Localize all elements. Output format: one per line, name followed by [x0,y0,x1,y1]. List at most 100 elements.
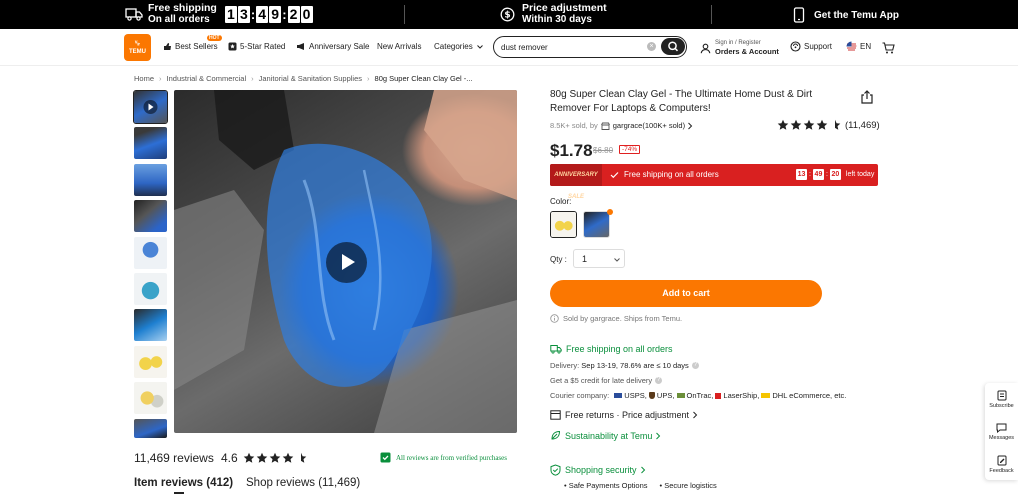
thumbnail-video[interactable] [133,90,168,124]
nav-new-arrivals[interactable]: New Arrivals [377,42,421,51]
clear-search-icon[interactable]: × [647,42,656,51]
store-icon [600,122,610,130]
account-signin-label: Sign in / Register [715,40,761,46]
truck-icon [550,345,562,354]
shopping-security-line[interactable]: Shopping security [550,464,646,476]
free-returns-label: Free returns · Price adjustment [565,410,690,420]
thumbnail-image[interactable] [134,236,167,269]
sustainability-line[interactable]: Sustainability at Temu [550,430,661,441]
banner-divider [711,5,712,24]
promo-shipping: Free shipping on all orders [610,170,719,179]
add-to-cart-button[interactable]: Add to cart [550,280,822,307]
help-icon[interactable]: ? [691,362,699,369]
product-rating[interactable]: (11,469) [777,119,880,131]
feedback-button[interactable]: Feedback [985,455,1018,474]
messages-button[interactable]: Messages [985,423,1018,441]
nav-five-star[interactable]: 5-Star Rated [228,42,285,51]
thumbnail-strip [133,90,168,442]
info-icon [550,314,559,323]
courier-ontrac: OnTrac, [686,391,714,400]
price-adjustment-banner[interactable]: $ Price adjustment Within 30 days [500,3,607,25]
rating-count: (11,469) [845,119,880,131]
swatch-badge-icon [607,209,613,215]
late-delivery-credit: Get a $5 credit for late delivery ? [550,376,663,385]
return-box-icon [550,410,561,420]
courier-dhl-icon [761,393,771,398]
product-main-image[interactable] [174,90,517,433]
nav-best-sellers[interactable]: Best Sellers [163,42,218,51]
reviews-count: 11,469 reviews [134,451,214,465]
courier-info: Courier company: USPS, UPS, OnTrac, Lase… [550,391,846,400]
shopping-security-label: Shopping security [565,465,637,475]
account-menu[interactable]: Sign in / Register Orders & Account [700,40,779,56]
get-app-banner[interactable]: Get the Temu App [793,7,899,23]
play-video-button[interactable] [326,242,367,283]
breadcrumb-industrial[interactable]: Industrial & Commercial [167,74,247,83]
free-shipping-line-label: Free shipping on all orders [566,344,673,354]
thumbnail-image[interactable] [134,127,167,160]
search-input[interactable] [501,40,641,54]
reviews-score: 4.6 [221,451,309,465]
thumbnail-image[interactable] [134,163,167,196]
us-flag-icon [846,41,857,52]
svg-text:$: $ [504,10,510,20]
sold-by-note: Sold by gargrace. Ships from Temu. [550,314,682,323]
color-swatch-blue[interactable] [583,211,610,238]
temu-logo[interactable]: ᵛᵢᵣ TEMU [124,34,151,61]
sustainability-label: Sustainability at Temu [565,430,653,441]
promo-timer-minutes: 49 [812,169,824,180]
star-rating-icon [777,119,841,130]
thumbnail-image[interactable] [134,345,167,378]
sold-info: 8.5K+ sold, by gargrace(100K+ sold) [550,121,693,130]
free-shipping-banner[interactable]: Free shipping On all orders 1 3 : 4 9 : … [125,3,314,25]
free-shipping-title: Free shipping [148,2,217,14]
thumbnail-image[interactable] [134,272,167,305]
courier-ups-icon [648,392,655,399]
courier-lasership: LaserShip, [723,391,760,400]
nav-anniversary-sale[interactable]: Anniversary Sale [296,42,369,51]
cart-button[interactable] [882,41,895,59]
site-header: ᵛᵢᵣ TEMU Best Sellers HOT 5-Star Rated A… [0,29,1018,66]
timer-colon: : [282,6,287,22]
hot-badge: HOT [207,35,222,41]
seller-link[interactable]: gargrace(100K+ sold) [613,121,685,130]
courier-usps-icon [614,393,623,398]
courier-ontrac-icon [676,393,685,398]
search-button[interactable] [661,38,685,55]
breadcrumb-janitorial[interactable]: Janitorial & Sanitation Supplies [259,74,362,83]
tab-item-reviews[interactable]: Item reviews (412) [134,477,233,489]
megaphone-icon [297,43,304,50]
timer-digit: 2 [287,5,300,23]
sold-by-label: Sold by gargrace. Ships from Temu. [563,314,683,323]
free-returns-line[interactable]: Free returns · Price adjustment [550,410,698,420]
chevron-down-icon [476,44,483,49]
support-label: Support [804,42,833,51]
chevron-right-icon [688,122,693,129]
check-icon [610,171,619,178]
nav-categories[interactable]: Categories [434,42,487,51]
security-item: Safe Payments Options [568,481,648,490]
courier-usps: USPS, [624,391,647,400]
thumbnail-image[interactable] [134,309,167,342]
thumbnail-image[interactable] [134,418,167,438]
color-swatch-yellow[interactable] [550,211,577,238]
language-selector[interactable]: EN [846,41,871,52]
verified-reviews-note: All reviews are from verified purchases [380,452,507,463]
thumbs-up-icon [164,43,171,50]
support-link[interactable]: Support [790,41,832,52]
tab-shop-reviews[interactable]: Shop reviews (11,469) [246,477,360,489]
thumbnail-image[interactable] [134,382,167,415]
security-items: • Safe Payments Options • Secure logisti… [564,481,717,490]
subscribe-button[interactable]: Subscribe [985,390,1018,409]
quantity-select[interactable]: 1 [573,249,625,268]
thumbnail-image[interactable] [134,200,167,233]
breadcrumb-home[interactable]: Home [134,74,154,83]
product-title: 80g Super Clean Clay Gel - The Ultimate … [550,89,813,114]
price-adjustment-title: Price adjustment [522,2,607,14]
free-shipping-line[interactable]: Free shipping on all orders [550,344,673,354]
help-icon[interactable]: ? [655,377,663,384]
share-button[interactable] [860,90,874,109]
search-icon [668,41,679,52]
breadcrumb-separator: › [159,74,162,83]
current-price: $1.78 [550,141,593,160]
